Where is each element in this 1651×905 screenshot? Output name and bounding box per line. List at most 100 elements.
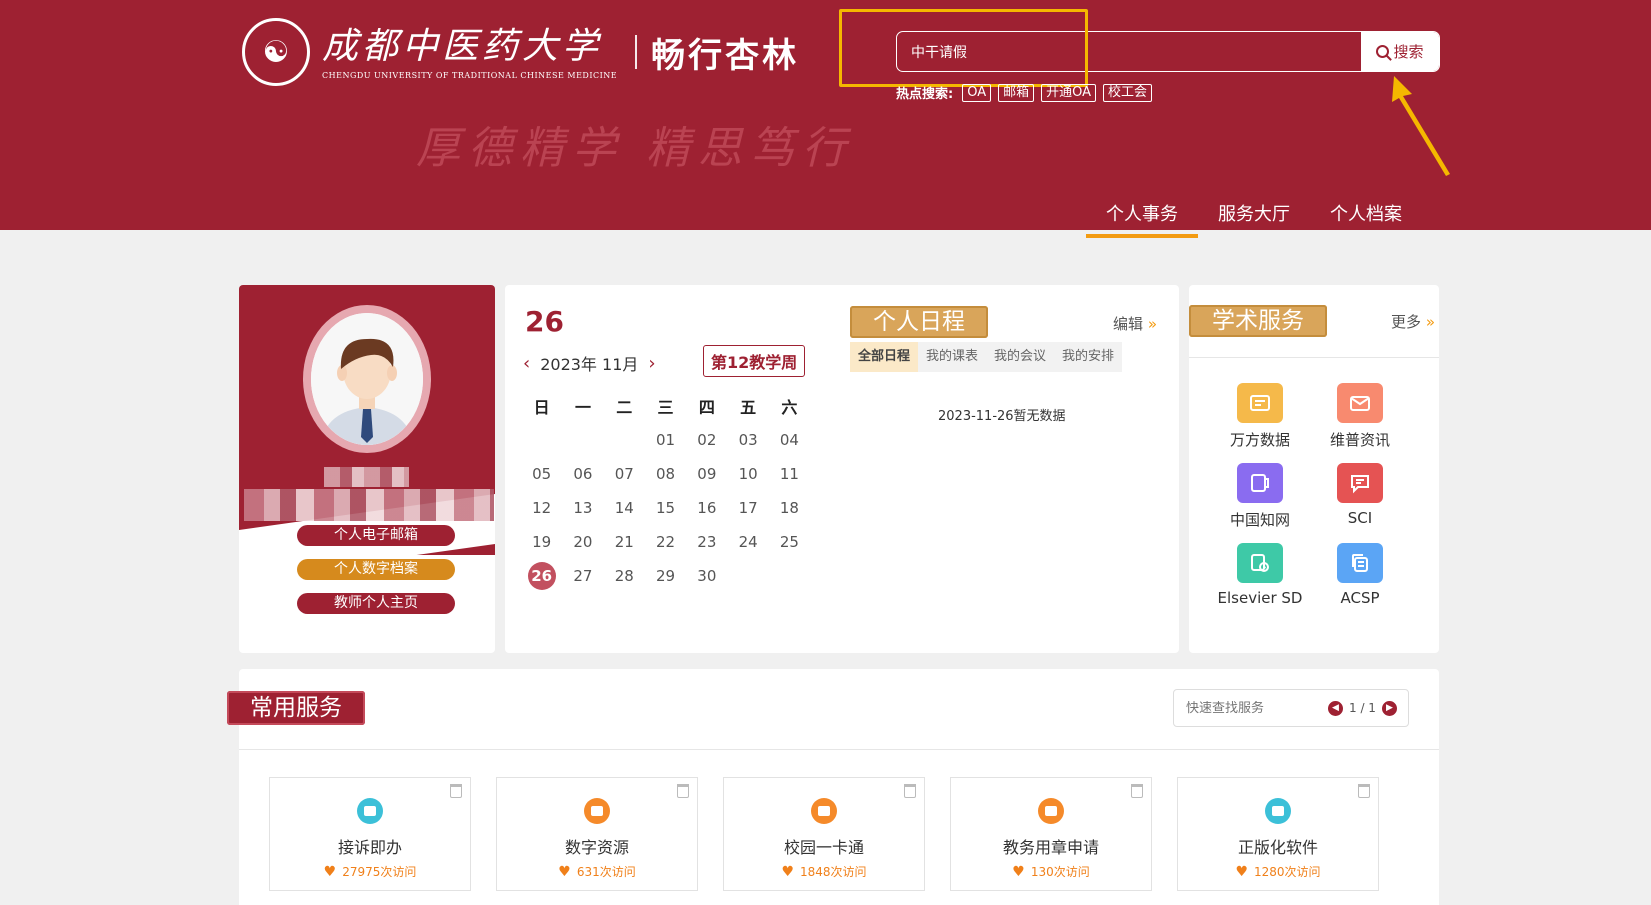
calendar-day[interactable]: 30 [686,567,727,585]
nav-personal-archive[interactable]: 个人档案 [1310,196,1422,234]
calendar-day[interactable]: 03 [727,431,768,449]
search-button[interactable]: 搜索 [1361,32,1439,71]
academic-item-cqvip[interactable]: 维普资讯 [1310,383,1410,461]
calendar-day[interactable]: 21 [604,533,645,551]
calendar-grid: 日一二三四五六 01 02 03 04 05 06 07 08 09 10 11 12 13 14 15 16 1… [521,389,810,593]
double-chevron-icon: » [1425,313,1435,331]
heart-icon: ♥ [781,863,794,880]
academic-services-card: 学术服务 更多 » 万方数据 维普资讯 中国知网 SCI Elsevier SD… [1189,285,1439,653]
next-page-icon[interactable]: ▶ [1381,700,1397,716]
personal-email-button[interactable]: 个人电子邮箱 [297,525,455,546]
service-card-seal-application[interactable]: 教务用章申请 ♥ 130次访问 [950,777,1152,891]
calendar-day[interactable]: 22 [645,533,686,551]
calendar-day[interactable]: 07 [604,465,645,483]
copy-icon [1337,543,1383,583]
user-avatar-icon [311,313,423,445]
service-search-input[interactable] [1186,700,1326,716]
academic-item-wanfang[interactable]: 万方数据 [1210,383,1310,461]
chat-icon [1337,463,1383,503]
calendar-day[interactable]: 09 [686,465,727,483]
academic-item-cnki[interactable]: 中国知网 [1210,463,1310,541]
calendar-day[interactable]: 02 [686,431,727,449]
calendar-day[interactable]: 11 [769,465,810,483]
calendar-day[interactable]: 18 [769,499,810,517]
hot-tag-open-oa[interactable]: 开通OA [1041,83,1097,102]
calendar-day[interactable]: 28 [604,567,645,585]
calendar-week: 26 27 28 29 30 [521,559,810,593]
service-card-campus-card[interactable]: 校园一卡通 ♥ 1848次访问 [723,777,925,891]
calendar-day[interactable]: 24 [727,533,768,551]
calendar-day[interactable]: 06 [562,465,603,483]
trash-icon[interactable] [677,784,689,798]
calendar-day[interactable]: 14 [604,499,645,517]
hot-tag-oa[interactable]: OA [962,83,992,102]
user-department-blurred [244,489,494,521]
academic-more-link[interactable]: 更多 » [1391,311,1435,332]
nav-service-hall[interactable]: 服务大厅 [1198,196,1310,234]
logo-divider [635,35,638,69]
academic-item-acsp[interactable]: ACSP [1310,543,1410,621]
calendar-day[interactable]: 12 [521,499,562,517]
university-emblem-icon: ☯ [242,18,310,86]
calendar-day[interactable]: 20 [562,533,603,551]
schedule-edit-link[interactable]: 编辑 » [1113,313,1157,334]
annotation-arrow-icon [1392,76,1450,176]
calendar-day[interactable]: 29 [645,567,686,585]
hot-search: 热点搜索: OA 邮箱 开通OA 校工会 [896,83,1153,102]
service-list: 接诉即办 ♥ 27975次访问 数字资源 ♥ 631次访问 校园一卡通 ♥ 1848次… [269,777,1379,891]
teacher-homepage-button[interactable]: 教师个人主页 [297,593,455,614]
prev-month-icon[interactable]: ‹ [523,353,530,374]
heart-icon: ♥ [1012,863,1025,880]
service-card-digital-resources[interactable]: 数字资源 ♥ 631次访问 [496,777,698,891]
logo-chinese-name: 成都中医药大学 [322,25,603,67]
calendar-day[interactable]: 10 [727,465,768,483]
calendar-day[interactable]: 26 [521,562,562,590]
calendar-day[interactable]: 15 [645,499,686,517]
calendar-day[interactable]: 16 [686,499,727,517]
double-chevron-icon: » [1147,315,1157,333]
schedule-empty-message: 2023-11-26暂无数据 [938,409,1066,424]
university-motto: 厚德精学 精思笃行 [416,123,854,174]
service-card-licensed-software[interactable]: 正版化软件 ♥ 1280次访问 [1177,777,1379,891]
calendar-day[interactable]: 08 [645,465,686,483]
site-logo[interactable]: ☯ 成都中医药大学 CHENGDU UNIVERSITY OF TRADITIO… [242,18,799,86]
common-services-card: 常用服务 ◀ 1 / 1 ▶ 接诉即办 ♥27975次访问 数字资源 ♥631次… [227,669,1439,905]
calendar-day[interactable]: 05 [521,465,562,483]
next-month-icon[interactable]: › [648,353,655,374]
calendar-day[interactable]: 13 [562,499,603,517]
service-icon [1038,798,1064,824]
calendar-week: 01 02 03 04 [521,423,810,457]
prev-page-icon[interactable]: ◀ [1328,700,1343,716]
academic-item-sci[interactable]: SCI [1310,463,1410,541]
month-label: 2023年 11月 [540,355,639,374]
trash-icon[interactable] [904,784,916,798]
trash-icon[interactable] [1358,784,1370,798]
profile-card: 个人电子邮箱 个人数字档案 教师个人主页 [239,285,495,653]
academic-item-elsevier[interactable]: Elsevier SD [1210,543,1310,621]
teaching-week-badge: 第12教学周 [703,345,806,377]
tab-my-arrangements[interactable]: 我的安排 [1054,342,1122,372]
service-card-complaints[interactable]: 接诉即办 ♥ 27975次访问 [269,777,471,891]
tab-my-timetable[interactable]: 我的课表 [918,342,986,372]
hot-tag-union[interactable]: 校工会 [1103,83,1153,102]
current-day: 26 [525,305,564,338]
service-icon [584,798,610,824]
calendar-day[interactable]: 23 [686,533,727,551]
trash-icon[interactable] [1131,784,1143,798]
calendar-day[interactable]: 19 [521,533,562,551]
user-name-blurred [324,467,409,487]
service-icon [357,798,383,824]
digital-archive-button[interactable]: 个人数字档案 [297,559,455,580]
hot-tag-mail[interactable]: 邮箱 [998,83,1035,102]
calendar-day[interactable]: 04 [769,431,810,449]
calendar-day[interactable]: 17 [727,499,768,517]
month-navigator: ‹ 2023年 11月 › [523,351,656,375]
calendar-day[interactable]: 25 [769,533,810,551]
calendar-day[interactable]: 01 [645,431,686,449]
nav-personal-affairs[interactable]: 个人事务 [1086,196,1198,238]
calendar-day[interactable]: 27 [562,567,603,585]
trash-icon[interactable] [450,784,462,798]
avatar[interactable] [303,305,431,453]
tab-my-meetings[interactable]: 我的会议 [986,342,1054,372]
tab-all-schedule[interactable]: 全部日程 [850,342,919,372]
